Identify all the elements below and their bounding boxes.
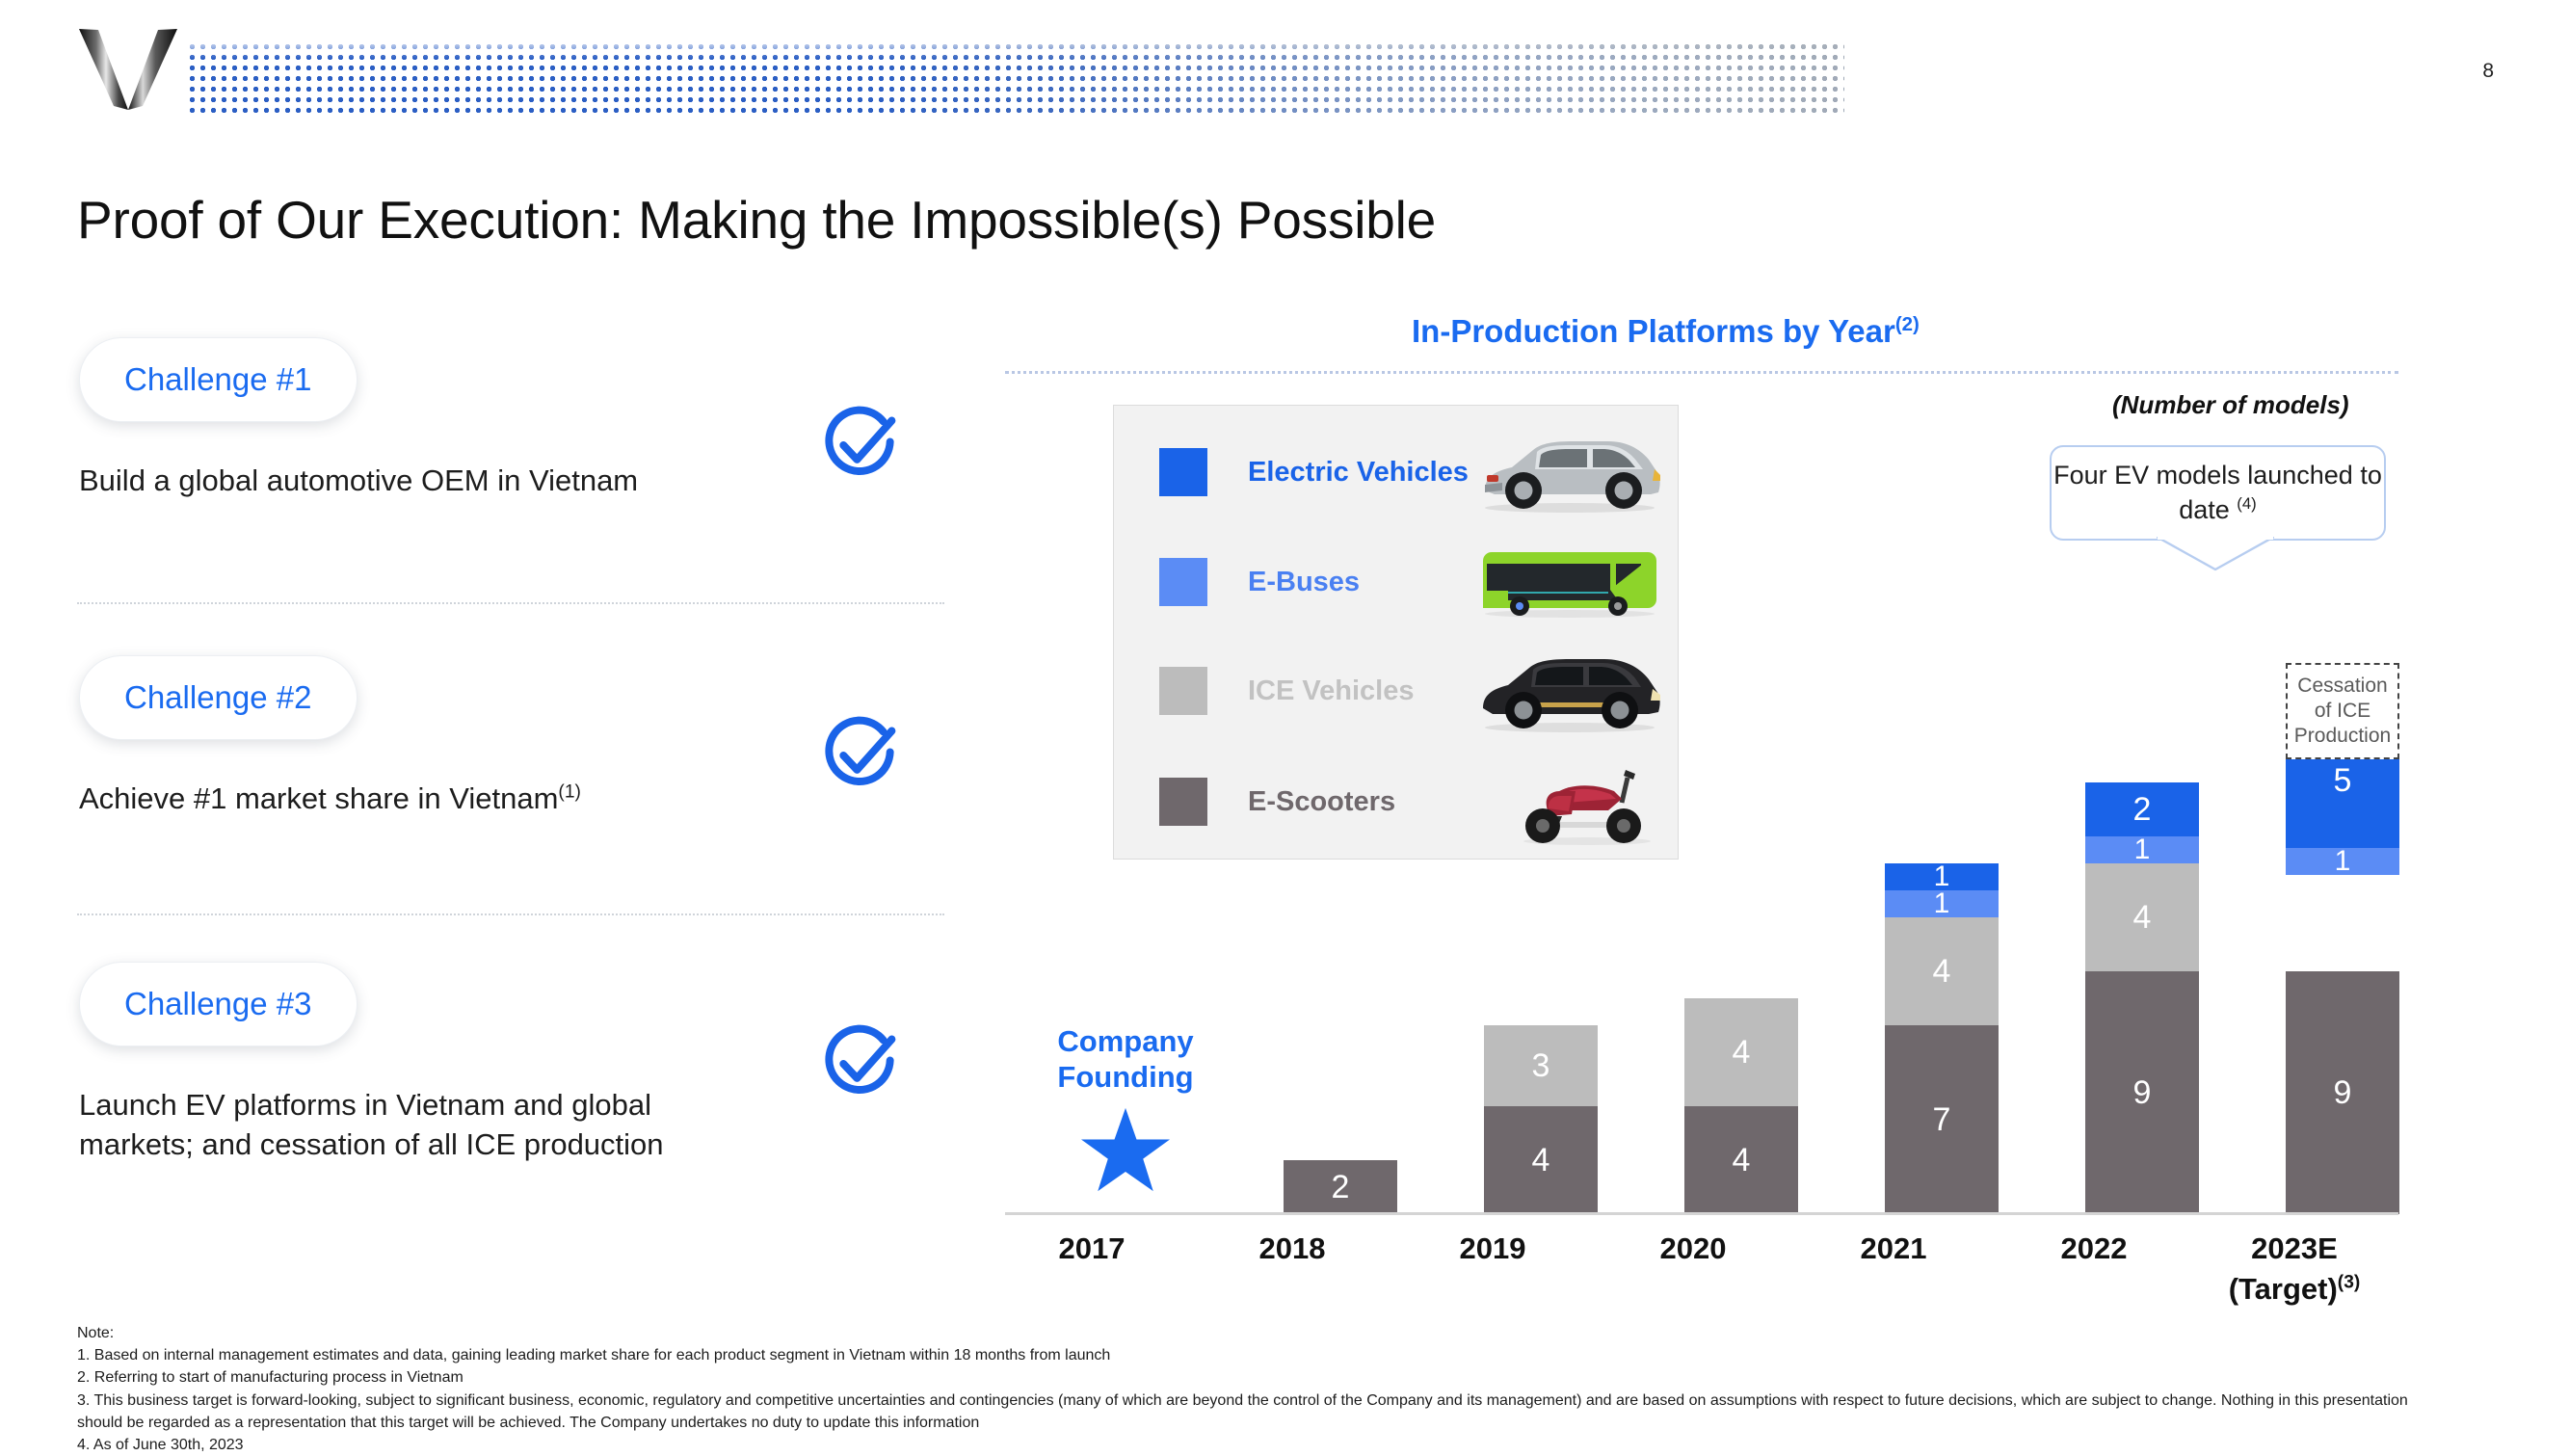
x-axis-label-2021-main: 2021 bbox=[1860, 1231, 1927, 1265]
x-axis-label-2018-main: 2018 bbox=[1258, 1231, 1326, 1265]
x-axis-label-2022-main: 2022 bbox=[2060, 1231, 2128, 1265]
chart-title-text: In-Production Platforms by Year bbox=[1412, 313, 1895, 349]
challenge-description-sup-2: (1) bbox=[558, 781, 581, 803]
x-axis-label-2023e-sup: (3) bbox=[2337, 1272, 2361, 1293]
bar-segment-e-buses-2022: 1 bbox=[2085, 834, 2199, 865]
challenge-description-text-3: Launch EV platforms in Vietnam and globa… bbox=[79, 1088, 664, 1162]
x-axis-label-2017-main: 2017 bbox=[1058, 1231, 1126, 1265]
bar-segment-ice-vehicles-2020: 4 bbox=[1684, 998, 1798, 1106]
bar-segment-e-scooters-2019: 4 bbox=[1484, 1106, 1598, 1214]
bar-segment-e-scooters-2018: 2 bbox=[1284, 1160, 1397, 1214]
chart-x-axis bbox=[1005, 1212, 2398, 1215]
star-icon bbox=[1081, 1108, 1170, 1192]
challenge-pill-3[interactable]: Challenge #3 bbox=[79, 962, 358, 1046]
bar-2021[interactable]: 1 1 4 7 bbox=[1885, 860, 1999, 1214]
footnote-item-4: 4. As of June 30th, 2023 bbox=[77, 1436, 244, 1453]
footnotes: Note: 1. Based on internal management es… bbox=[77, 1322, 2409, 1456]
challenge-pill-2[interactable]: Challenge #2 bbox=[79, 655, 358, 740]
page-header: 8 bbox=[0, 0, 2569, 145]
x-axis-label-2017: 2017 bbox=[1000, 1231, 1183, 1266]
challenge-description-3: Launch EV platforms in Vietnam and globa… bbox=[79, 1085, 676, 1164]
company-founding-label-line2: Founding bbox=[1057, 1060, 1194, 1095]
bar-2019[interactable]: 3 4 bbox=[1484, 1025, 1598, 1214]
x-axis-label-2020-main: 2020 bbox=[1659, 1231, 1727, 1265]
bar-segment-electric-vehicles-2022: 2 bbox=[2085, 782, 2199, 836]
page-number: 8 bbox=[2482, 60, 2494, 82]
challenge-item-3: Challenge #3 Launch EV platforms in Viet… bbox=[79, 962, 946, 1164]
chart-header-rule bbox=[1005, 371, 2398, 374]
challenge-description-text-2: Achieve #1 market share in Vietnam bbox=[79, 781, 559, 815]
bar-segment-e-buses-2023e: 1 bbox=[2286, 845, 2399, 877]
challenge-item-1: Challenge #1 Build a global automotive O… bbox=[79, 337, 946, 500]
challenge-pill-label-3: Challenge #3 bbox=[124, 986, 312, 1021]
section-divider-2 bbox=[77, 913, 944, 915]
x-axis-label-2023e-main: 2023E bbox=[2251, 1231, 2338, 1265]
chart-title: In-Production Platforms by Year(2) bbox=[1412, 313, 1920, 350]
page-title: Proof of Our Execution: Making the Impos… bbox=[77, 190, 1437, 250]
x-axis-label-2018: 2018 bbox=[1201, 1231, 1384, 1266]
bar-segment-e-scooters-2022: 9 bbox=[2085, 971, 2199, 1214]
check-circle-icon bbox=[825, 1024, 896, 1094]
challenge-pill-label-1: Challenge #1 bbox=[124, 361, 312, 397]
bar-2022[interactable]: 2 1 4 9 bbox=[2085, 782, 2199, 1214]
chart-title-sup: (2) bbox=[1894, 313, 1920, 335]
x-axis-label-2023e: 2023E (Target)(3) bbox=[2203, 1231, 2386, 1307]
challenge-pill-label-2: Challenge #2 bbox=[124, 679, 312, 715]
check-circle-icon bbox=[825, 406, 896, 475]
x-axis-label-2019: 2019 bbox=[1401, 1231, 1584, 1266]
x-axis-label-2023e-sub: (Target) bbox=[2228, 1272, 2338, 1306]
challenge-item-2: Challenge #2 Achieve #1 market share in … bbox=[79, 655, 946, 818]
cessation-of-ice-production-box: Cessation of ICE Production bbox=[2286, 663, 2399, 759]
check-circle-icon bbox=[825, 716, 896, 785]
x-axis-label-2022: 2022 bbox=[2002, 1231, 2185, 1266]
footnote-item-3: 3. This business target is forward-looki… bbox=[77, 1391, 2408, 1431]
footnote-item-1: 1. Based on internal management estimate… bbox=[77, 1347, 1111, 1364]
section-divider-1 bbox=[77, 602, 944, 604]
x-axis-label-2019-main: 2019 bbox=[1459, 1231, 1526, 1265]
challenge-description-2: Achieve #1 market share in Vietnam(1) bbox=[79, 779, 946, 818]
bar-segment-ice-placeholder-2023e bbox=[2286, 875, 2399, 971]
bar-2018[interactable]: 2 bbox=[1284, 1160, 1397, 1214]
bar-segment-e-scooters-2020: 4 bbox=[1684, 1106, 1798, 1214]
x-axis-label-2020: 2020 bbox=[1602, 1231, 1785, 1266]
bar-2023e[interactable]: 5 1 9 bbox=[2286, 713, 2399, 1214]
challenge-description-1: Build a global automotive OEM in Vietnam bbox=[79, 461, 946, 500]
bar-segment-e-buses-2021: 1 bbox=[1885, 887, 1999, 919]
bar-2020[interactable]: 4 4 bbox=[1684, 998, 1798, 1214]
bar-segment-e-scooters-2021: 7 bbox=[1885, 1025, 1999, 1214]
bar-segment-ice-vehicles-2019: 3 bbox=[1484, 1025, 1598, 1106]
footnotes-heading: Note: bbox=[77, 1325, 115, 1341]
footnote-item-2: 2. Referring to start of manufacturing p… bbox=[77, 1369, 463, 1387]
header-dot-pattern-fade bbox=[189, 43, 1844, 113]
vinfast-v-logo bbox=[79, 29, 177, 110]
bar-segment-electric-vehicles-2021: 1 bbox=[1885, 860, 1999, 892]
challenge-description-text-1: Build a global automotive OEM in Vietnam bbox=[79, 463, 639, 497]
company-founding-label-line1: Company bbox=[1057, 1024, 1194, 1058]
bar-segment-e-scooters-2023e: 9 bbox=[2286, 971, 2399, 1214]
bar-segment-ice-vehicles-2022: 4 bbox=[2085, 863, 2199, 971]
x-axis-label-2021: 2021 bbox=[1802, 1231, 1985, 1266]
challenge-pill-1[interactable]: Challenge #1 bbox=[79, 337, 358, 422]
x-axis-label-2023e-sub-wrap: (Target)(3) bbox=[2203, 1272, 2386, 1307]
company-founding-marker: Company Founding bbox=[1034, 1023, 1217, 1200]
bar-segment-ice-vehicles-2021: 4 bbox=[1885, 917, 1999, 1025]
